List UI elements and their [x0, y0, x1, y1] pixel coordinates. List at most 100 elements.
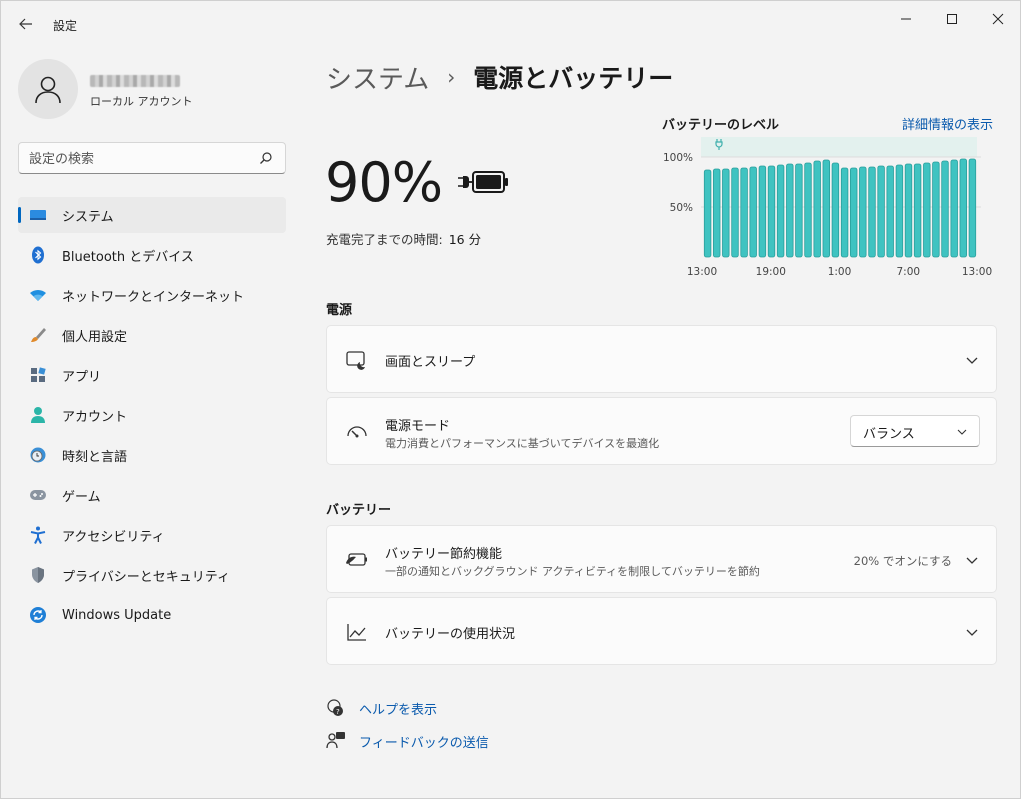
- battery-level-chart: 100% 50% 13:00 19:00 1:00 7:00 13:00: [663, 137, 992, 278]
- chart-bar[interactable]: [859, 166, 867, 258]
- search-input[interactable]: [29, 149, 249, 169]
- chart-bar[interactable]: [849, 167, 858, 258]
- chart-bar[interactable]: [959, 158, 967, 258]
- help-link[interactable]: ? ヘルプを表示: [326, 697, 437, 719]
- sidebar-item-label: 個人用設定: [62, 329, 128, 345]
- gamepad-icon: [28, 486, 48, 504]
- sidebar-item-network[interactable]: ネットワークとインターネット: [18, 277, 286, 313]
- battery-saver-title: バッテリー節約機能: [385, 547, 503, 562]
- sidebar-item-bluetooth[interactable]: Bluetooth とデバイス: [18, 237, 286, 273]
- clock-globe-icon: [28, 446, 48, 464]
- chart-y-tick-label: 100%: [663, 152, 693, 164]
- search-box[interactable]: [18, 142, 286, 174]
- chart-bar[interactable]: [813, 160, 821, 258]
- chart-bar[interactable]: [950, 159, 958, 258]
- chart-bar[interactable]: [786, 163, 794, 258]
- feedback-link[interactable]: フィードバックの送信: [326, 730, 489, 752]
- avatar[interactable]: [18, 59, 78, 119]
- chart-bar[interactable]: [749, 166, 757, 258]
- chart-bar[interactable]: [703, 169, 712, 258]
- power-section-label: 電源: [326, 303, 353, 318]
- sidebar-item-label: 時刻と言語: [62, 449, 128, 465]
- chart-bar[interactable]: [932, 161, 940, 258]
- chart-x-tick-label: 1:00: [828, 266, 852, 278]
- minimize-icon[interactable]: [883, 5, 929, 33]
- sidebar-item-apps[interactable]: アプリ: [18, 357, 286, 393]
- chevron-down-icon[interactable]: [964, 352, 980, 368]
- battery-saver-card[interactable]: バッテリー節約機能 一部の通知とバックグラウンド アクティビティを制限してバッテ…: [326, 525, 997, 593]
- apps-icon: [28, 366, 48, 384]
- power-mode-subtitle: 電力消費とパフォーマンスに基づいてデバイスを最適化: [385, 437, 660, 450]
- app-title: 設定: [53, 19, 78, 33]
- help-link-label: ヘルプを表示: [359, 702, 438, 718]
- sidebar-item-accessibility[interactable]: アクセシビリティ: [18, 517, 286, 553]
- charge-time-row: 充電完了までの時間: 16 分: [326, 229, 481, 248]
- chevron-down-icon[interactable]: [964, 624, 980, 640]
- battery-usage-title: バッテリーの使用状況: [385, 627, 516, 642]
- screen-sleep-card[interactable]: 画面とスリープ: [326, 325, 997, 393]
- chart-x-tick-label: 7:00: [897, 266, 921, 278]
- sidebar-item-personalization[interactable]: 個人用設定: [18, 317, 286, 353]
- search-icon[interactable]: [259, 151, 275, 167]
- sidebar-item-label: システム: [62, 209, 114, 225]
- power-mode-title: 電源モード: [385, 419, 451, 434]
- chart-bar[interactable]: [840, 167, 849, 258]
- account-icon: [28, 406, 48, 424]
- chart-bar[interactable]: [722, 168, 730, 258]
- sidebar-nav: システム Bluetooth とデバイス ネットワークとインターネット 個人用設…: [18, 197, 286, 637]
- shield-icon: [28, 566, 48, 584]
- chart-bar[interactable]: [968, 158, 977, 258]
- brush-icon: [28, 326, 48, 344]
- chart-bar[interactable]: [776, 164, 785, 258]
- back-arrow-icon[interactable]: [15, 13, 37, 35]
- settings-window: 設定 ローカル アカウント システム: [0, 0, 1021, 799]
- chart-bar[interactable]: [886, 165, 894, 258]
- title-bar: 設定: [1, 1, 1020, 47]
- sidebar-item-windows-update[interactable]: Windows Update: [18, 597, 286, 633]
- maximize-icon[interactable]: [929, 5, 975, 33]
- chart-bar[interactable]: [740, 167, 748, 258]
- sidebar-item-label: Windows Update: [62, 607, 172, 623]
- charge-time-label: 充電完了までの時間:: [326, 232, 443, 247]
- sidebar-item-time-language[interactable]: 時刻と言語: [18, 437, 286, 473]
- sidebar-item-system[interactable]: システム: [18, 197, 286, 233]
- chart-bar[interactable]: [758, 165, 767, 258]
- user-name-blurred: [90, 75, 180, 87]
- chart-plug-band: [701, 137, 977, 157]
- chart-bar[interactable]: [804, 162, 812, 258]
- feedback-icon: [326, 731, 346, 751]
- sidebar-item-gaming[interactable]: ゲーム: [18, 477, 286, 513]
- chart-bar[interactable]: [713, 168, 721, 258]
- sidebar-item-label: アプリ: [62, 369, 102, 385]
- chart-bar[interactable]: [895, 164, 904, 258]
- chart-bar[interactable]: [904, 163, 913, 258]
- chart-bar[interactable]: [877, 165, 885, 258]
- breadcrumb: システム › 電源とバッテリー: [326, 59, 673, 95]
- usage-chart-icon: [345, 620, 369, 644]
- chart-bar[interactable]: [941, 160, 949, 258]
- chart-bar[interactable]: [795, 163, 803, 258]
- sidebar-item-privacy[interactable]: プライバシーとセキュリティ: [18, 557, 286, 593]
- chart-bar[interactable]: [868, 166, 876, 258]
- breadcrumb-separator: ›: [447, 65, 456, 89]
- chart-bar[interactable]: [831, 162, 840, 258]
- battery-saver-subtitle: 一部の通知とバックグラウンド アクティビティを制限してバッテリーを節約: [385, 565, 760, 578]
- help-icon: ?: [326, 698, 346, 718]
- breadcrumb-parent[interactable]: システム: [326, 59, 429, 96]
- chart-bar[interactable]: [767, 165, 776, 258]
- chart-bar[interactable]: [923, 162, 931, 258]
- chart-bar[interactable]: [822, 159, 830, 258]
- battery-usage-card[interactable]: バッテリーの使用状況: [326, 597, 997, 665]
- close-icon[interactable]: [975, 5, 1021, 33]
- chevron-down-icon[interactable]: [964, 552, 980, 568]
- page-title: 電源とバッテリー: [473, 64, 674, 93]
- chart-x-tick-label: 19:00: [756, 266, 786, 278]
- battery-charging-icon: [456, 167, 510, 201]
- sidebar-item-accounts[interactable]: アカウント: [18, 397, 286, 433]
- account-type: ローカル アカウント: [90, 95, 193, 108]
- battery-saver-status: 20% でオンにする: [853, 554, 952, 568]
- chart-bar[interactable]: [913, 163, 922, 258]
- power-mode-dropdown[interactable]: バランス: [850, 415, 980, 447]
- wifi-icon: [28, 286, 48, 304]
- chart-bar[interactable]: [731, 167, 739, 258]
